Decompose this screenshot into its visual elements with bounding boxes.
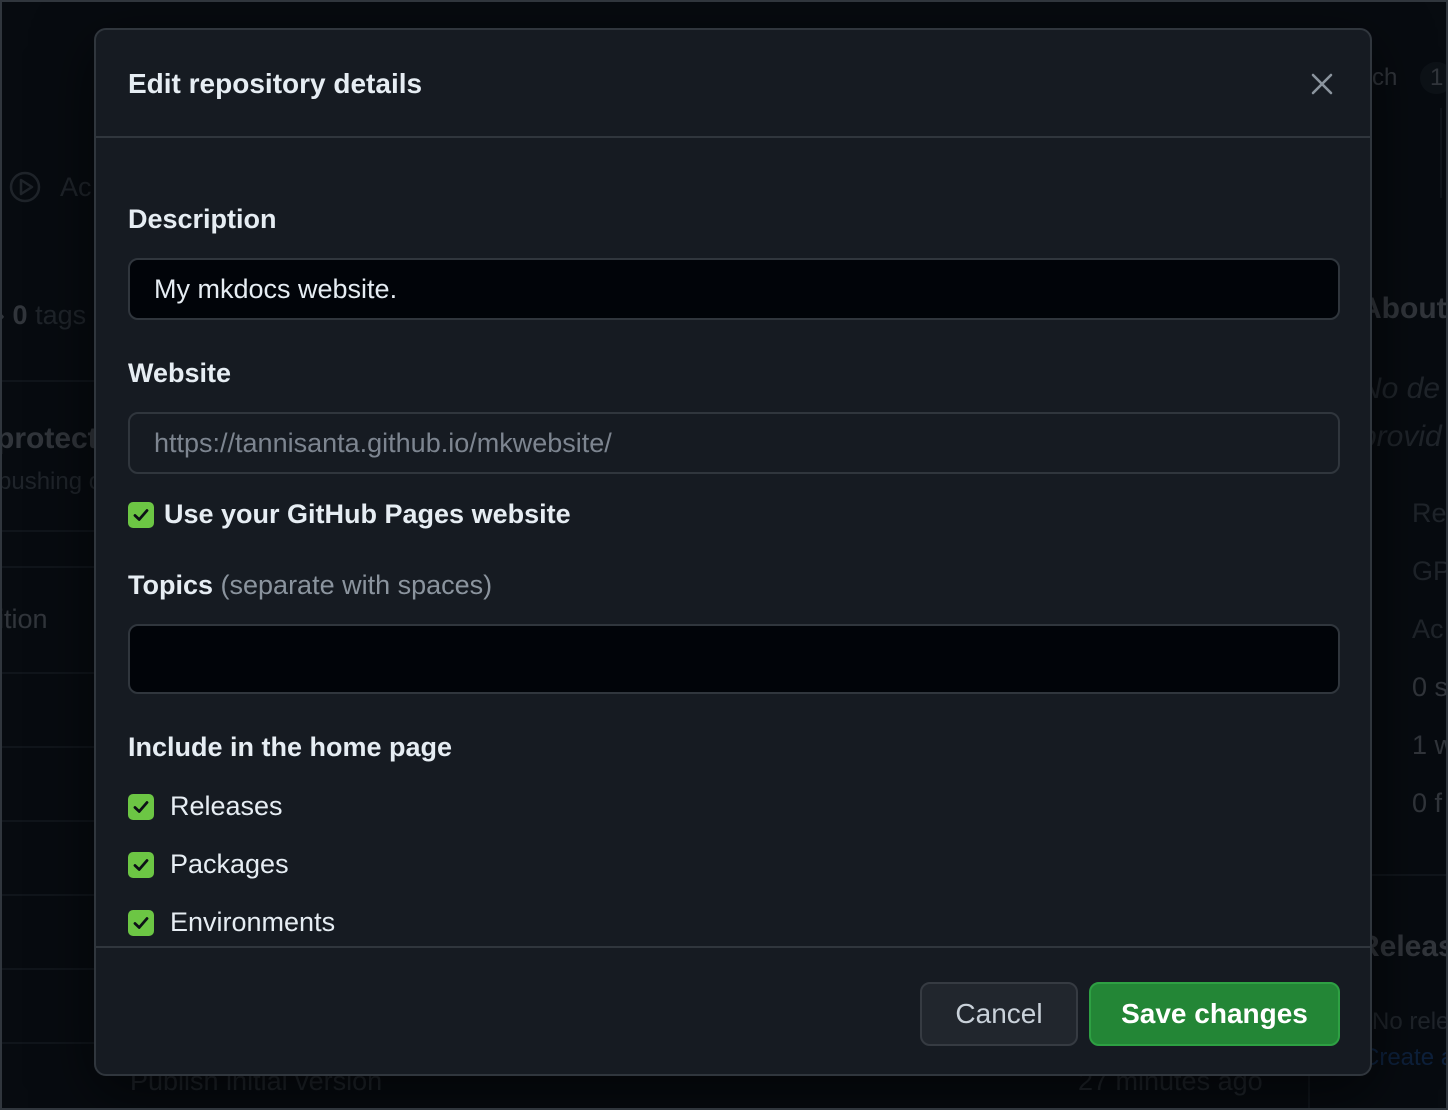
check-icon <box>133 916 149 929</box>
topics-input[interactable] <box>128 624 1340 694</box>
page: Ac › 0 tags protect pushing o ition ch 1… <box>0 0 1448 1110</box>
description-input[interactable]: My mkdocs website. <box>128 258 1340 320</box>
x-icon <box>1311 73 1333 95</box>
environments-checkbox[interactable] <box>128 909 154 936</box>
topics-label: Topics (separate with spaces) <box>128 570 492 601</box>
packages-checkbox[interactable] <box>128 851 154 878</box>
use-pages-checkbox[interactable] <box>128 501 154 528</box>
home-page-heading: Include in the home page <box>128 732 453 762</box>
packages-checkbox-row[interactable]: Packages <box>128 849 289 880</box>
packages-label: Packages <box>170 849 289 879</box>
check-icon <box>133 858 149 871</box>
use-pages-checkbox-row[interactable]: Use your GitHub Pages website <box>128 499 571 530</box>
environments-label: Environments <box>170 907 336 937</box>
topics-label-text: Topics <box>128 570 214 600</box>
dialog-header: Edit repository details <box>96 30 1370 138</box>
save-changes-button[interactable]: Save changes <box>1089 982 1340 1046</box>
environments-checkbox-row[interactable]: Environments <box>128 907 335 938</box>
releases-checkbox-row[interactable]: Releases <box>128 791 283 822</box>
dialog-title: Edit repository details <box>128 68 423 99</box>
edit-repository-dialog: Edit repository details Description My m… <box>94 28 1372 1076</box>
use-pages-label: Use your GitHub Pages website <box>164 499 571 529</box>
check-icon <box>133 508 149 521</box>
cancel-button[interactable]: Cancel <box>920 982 1078 1046</box>
releases-checkbox[interactable] <box>128 793 154 820</box>
close-button[interactable] <box>1304 66 1340 102</box>
website-value: https://tannisanta.github.io/mkwebsite/ <box>154 427 612 458</box>
description-label: Description <box>128 204 277 234</box>
releases-label: Releases <box>170 791 283 821</box>
dialog-footer: Cancel Save changes <box>96 946 1370 1076</box>
website-label: Website <box>128 358 232 388</box>
description-value: My mkdocs website. <box>154 273 398 304</box>
topics-hint: (separate with spaces) <box>220 570 493 600</box>
check-icon <box>133 800 149 813</box>
website-input: https://tannisanta.github.io/mkwebsite/ <box>128 412 1340 474</box>
